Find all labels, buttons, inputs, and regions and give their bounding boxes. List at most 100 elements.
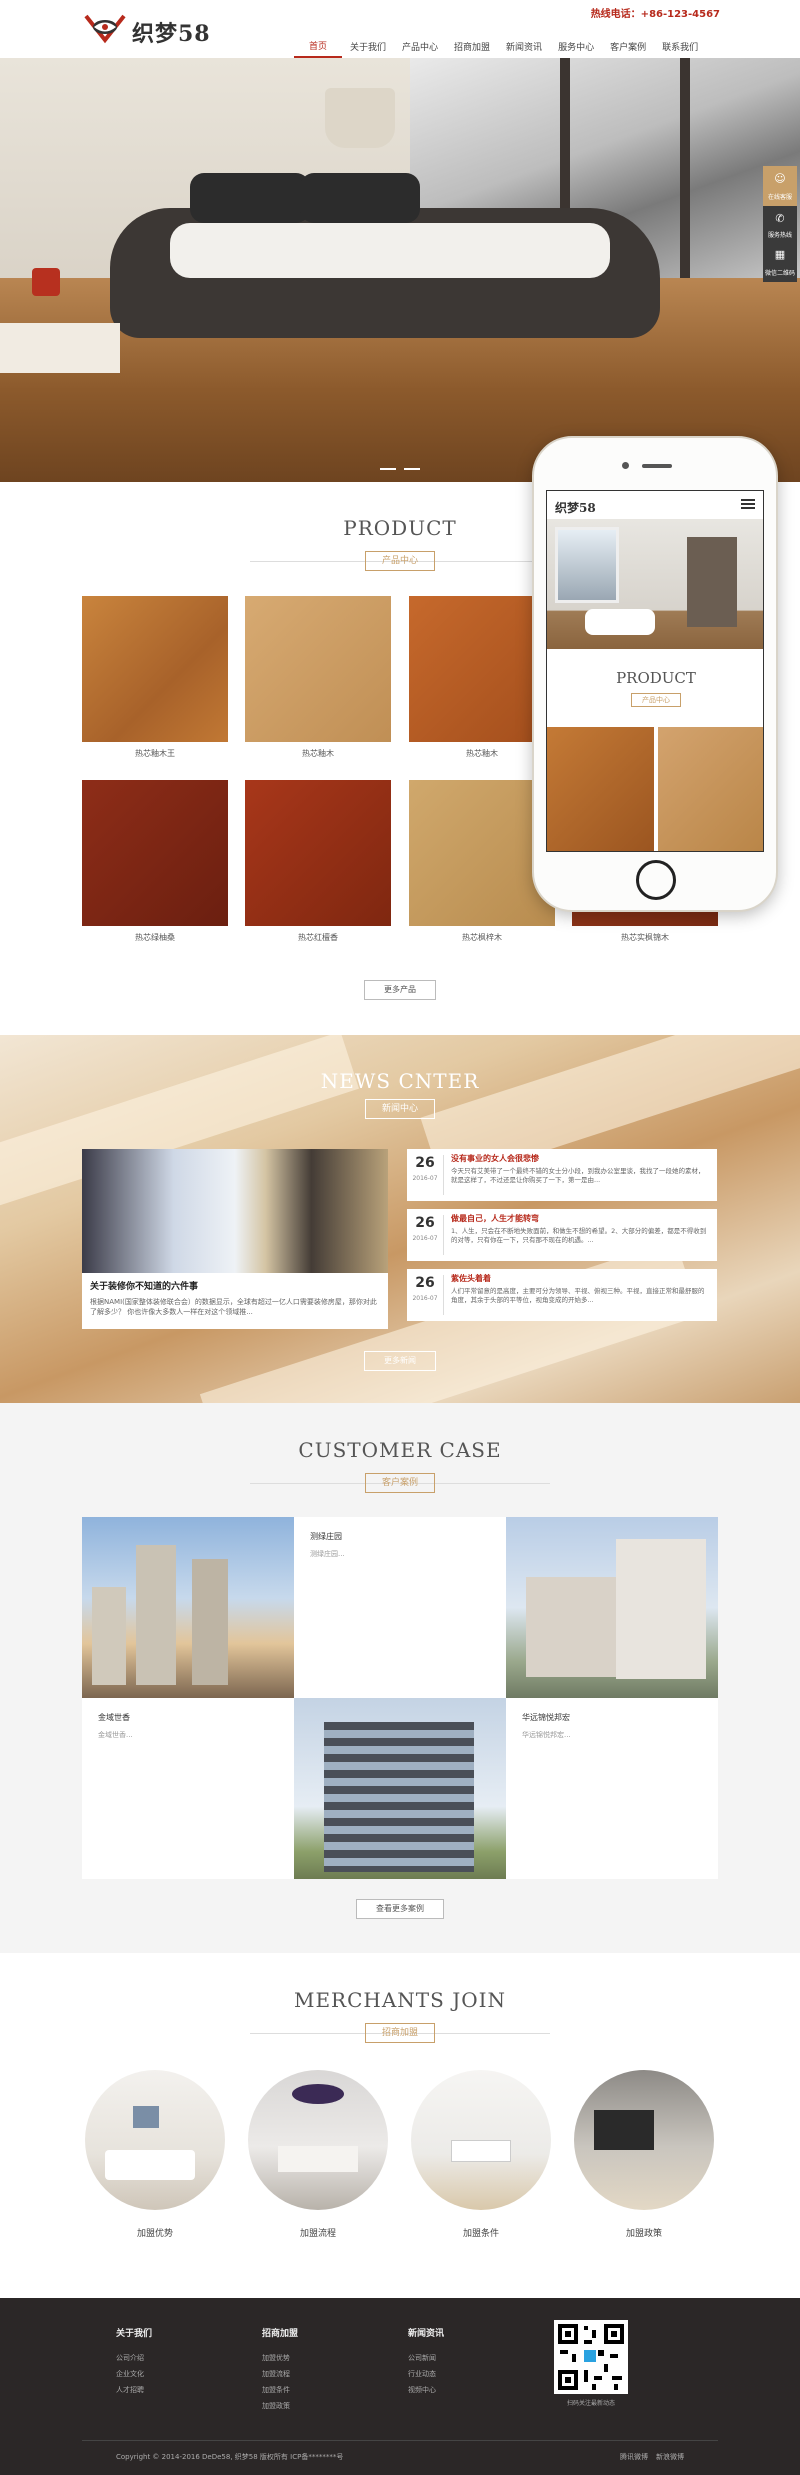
case-card[interactable]: 金域世香 金域世香... bbox=[82, 1698, 294, 1879]
case-desc: 金域世香... bbox=[98, 1731, 133, 1739]
more-news-button[interactable]: 更多新闻 bbox=[364, 1351, 436, 1371]
slider-dot[interactable] bbox=[380, 468, 396, 470]
product-caption[interactable]: 热芯红檀香 bbox=[245, 932, 391, 943]
news-item-title[interactable]: 紫佐头着着 bbox=[451, 1273, 491, 1284]
phone-camera bbox=[622, 462, 629, 469]
join-card[interactable]: 加盟流程 bbox=[248, 2070, 388, 2239]
join-image[interactable] bbox=[411, 2070, 551, 2210]
case-image[interactable] bbox=[82, 1517, 294, 1698]
case-title-text[interactable]: 金域世香 bbox=[98, 1712, 130, 1723]
product-caption[interactable]: 热芯枫梓木 bbox=[409, 932, 555, 943]
case-image[interactable] bbox=[506, 1517, 718, 1698]
news-day: 26 bbox=[415, 1155, 435, 1171]
product-card[interactable]: 热芯釉木 bbox=[245, 596, 391, 759]
phone-product-title: PRODUCT bbox=[616, 669, 696, 687]
news-item[interactable]: 26 2016-07 没有事业的女人会很悲惨 今天只有艾美带了一个最终不错的女士… bbox=[407, 1149, 717, 1201]
float-label-service: 在线客服 bbox=[767, 194, 792, 201]
copyright: Copyright © 2014-2016 DeDe58, 织梦58 版权所有 … bbox=[116, 2453, 344, 2461]
news-item-title[interactable]: 没有事业的女人会很悲惨 bbox=[451, 1153, 539, 1164]
product-image[interactable] bbox=[82, 596, 228, 742]
news-item[interactable]: 26 2016-07 做最自己，人生才能转弯 1、人生，只会在不断地失败面前，和… bbox=[407, 1209, 717, 1261]
nav-item-service[interactable]: 服务中心 bbox=[550, 34, 602, 58]
footer-link[interactable]: 加盟优势 bbox=[262, 2353, 298, 2363]
join-image[interactable] bbox=[85, 2070, 225, 2210]
news-item-title[interactable]: 做最自己，人生才能转弯 bbox=[451, 1213, 539, 1224]
site-header: 织梦58 热线电话：+86-123-4567 首页 关于我们 产品中心 招商加盟… bbox=[0, 0, 800, 58]
footer-link[interactable]: 人才招聘 bbox=[116, 2385, 152, 2395]
nav-item-franchise[interactable]: 招商加盟 bbox=[446, 34, 498, 58]
logo[interactable]: 织梦58 bbox=[82, 10, 222, 48]
footer-link[interactable]: 加盟条件 bbox=[262, 2385, 298, 2395]
product-image[interactable] bbox=[245, 780, 391, 926]
footer-link[interactable]: 加盟流程 bbox=[262, 2369, 298, 2379]
hotline: 热线电话：+86-123-4567 bbox=[590, 9, 720, 20]
menu-icon bbox=[741, 499, 755, 509]
nav-item-contact[interactable]: 联系我们 bbox=[654, 34, 706, 58]
nav-item-home[interactable]: 首页 bbox=[294, 34, 342, 58]
product-caption[interactable]: 热芯釉木王 bbox=[82, 748, 228, 759]
join-card[interactable]: 加盟优势 bbox=[85, 2070, 225, 2239]
case-card[interactable]: 测绿庄园 测绿庄园... bbox=[294, 1517, 506, 1698]
news-item[interactable]: 26 2016-07 紫佐头着着 人们平常留意的是高度，主要可分为领导、平视、俯… bbox=[407, 1269, 717, 1321]
product-caption[interactable]: 热芯绿柚桑 bbox=[82, 932, 228, 943]
news-month: 2016-07 bbox=[412, 1295, 438, 1302]
bed-shape bbox=[105, 2150, 195, 2180]
product-image[interactable] bbox=[82, 780, 228, 926]
phone-icon[interactable]: ✆ bbox=[773, 212, 787, 226]
join-card[interactable]: 加盟条件 bbox=[411, 2070, 551, 2239]
case-title: CUSTOMER CASE bbox=[298, 1438, 502, 1462]
case-title-text[interactable]: 华远锦悦邦宏 bbox=[522, 1712, 570, 1723]
case-image[interactable] bbox=[294, 1698, 506, 1879]
footer-link[interactable]: 公司介绍 bbox=[116, 2353, 152, 2363]
footer-link[interactable]: 企业文化 bbox=[116, 2369, 152, 2379]
sina-weibo-link[interactable]: 新浪微博 bbox=[656, 2452, 684, 2462]
footer-link[interactable]: 视频中心 bbox=[408, 2385, 444, 2395]
float-label-qrcode: 微信二维码 bbox=[764, 270, 795, 277]
join-image[interactable] bbox=[248, 2070, 388, 2210]
footer-link[interactable]: 公司新闻 bbox=[408, 2353, 444, 2363]
footer-col-news: 新闻资讯 公司新闻 行业动态 视频中心 bbox=[408, 2326, 444, 2401]
nav-item-news[interactable]: 新闻资讯 bbox=[498, 34, 550, 58]
case-title-text[interactable]: 测绿庄园 bbox=[310, 1531, 342, 1542]
slider-dot[interactable] bbox=[404, 468, 420, 470]
join-caption[interactable]: 加盟条件 bbox=[411, 2226, 551, 2239]
nav-item-about[interactable]: 关于我们 bbox=[342, 34, 394, 58]
product-card[interactable]: 热芯釉木王 bbox=[82, 596, 228, 759]
building-tower bbox=[92, 1587, 126, 1685]
join-caption[interactable]: 加盟优势 bbox=[85, 2226, 225, 2239]
product-card[interactable]: 热芯绿柚桑 bbox=[82, 780, 228, 943]
qrcode-image bbox=[554, 2320, 628, 2394]
phone-screen: 织梦58 PRODUCT 产品中心 bbox=[546, 490, 764, 852]
news-day: 26 bbox=[415, 1215, 435, 1231]
join-subtitle: 招商加盟 bbox=[365, 2023, 435, 2043]
news-month: 2016-07 bbox=[412, 1175, 438, 1182]
product-caption[interactable]: 热芯釉木 bbox=[245, 748, 391, 759]
qrcode-icon[interactable]: ▦ bbox=[773, 248, 787, 262]
join-caption[interactable]: 加盟政策 bbox=[574, 2226, 714, 2239]
nav-item-cases[interactable]: 客户案例 bbox=[602, 34, 654, 58]
featured-news-title[interactable]: 关于装修你不知道的六件事 bbox=[90, 1279, 198, 1292]
featured-news-image[interactable] bbox=[82, 1149, 388, 1273]
tencent-weibo-link[interactable]: 腾讯微博 bbox=[620, 2452, 648, 2462]
case-card[interactable]: 华远锦悦邦宏 华远锦悦邦宏... bbox=[506, 1698, 718, 1879]
more-products-button[interactable]: 更多产品 bbox=[364, 980, 436, 1000]
product-card[interactable]: 热芯红檀香 bbox=[245, 780, 391, 943]
footer-link[interactable]: 加盟政策 bbox=[262, 2401, 298, 2411]
product-caption[interactable]: 热芯实枫锦木 bbox=[572, 932, 718, 943]
featured-news[interactable]: 关于装修你不知道的六件事 根据NAMI(国家整体装修联合会）的数据显示，全球有超… bbox=[82, 1149, 388, 1329]
nav-item-products[interactable]: 产品中心 bbox=[394, 34, 446, 58]
product-image[interactable] bbox=[245, 596, 391, 742]
wall-art bbox=[133, 2106, 159, 2128]
case-subtitle: 客户案例 bbox=[365, 1473, 435, 1493]
join-caption[interactable]: 加盟流程 bbox=[248, 2226, 388, 2239]
phone-banner-door bbox=[687, 537, 737, 627]
join-card[interactable]: 加盟政策 bbox=[574, 2070, 714, 2239]
phone-logo: 织梦58 bbox=[555, 501, 596, 515]
divider bbox=[443, 1155, 444, 1195]
more-cases-button[interactable]: 查看更多案例 bbox=[356, 1899, 444, 1919]
hero-banner[interactable] bbox=[0, 58, 800, 482]
footer-link[interactable]: 行业动态 bbox=[408, 2369, 444, 2379]
join-image[interactable] bbox=[574, 2070, 714, 2210]
tv-shape bbox=[594, 2110, 654, 2150]
divider bbox=[82, 2440, 718, 2441]
